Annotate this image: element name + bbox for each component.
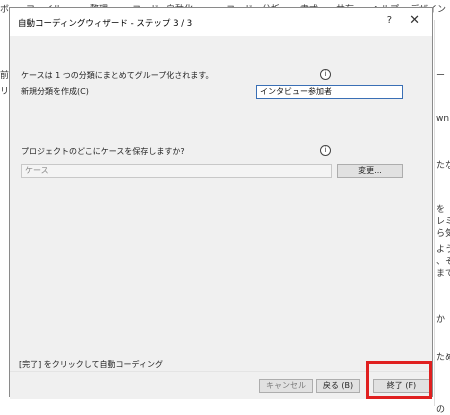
background-right-pane: ー wn たな を レミ ら気 よう 、そ まで か ため の <box>434 20 450 415</box>
left-pane-char: 前 <box>0 71 10 81</box>
location-field: ケース <box>21 164 332 178</box>
info-icon[interactable]: i <box>320 69 331 80</box>
right-pane-text: wn <box>436 114 450 124</box>
ribbon-item[interactable]: ボ <box>0 2 9 15</box>
right-pane-text: たな <box>436 161 450 171</box>
right-pane-text: ー <box>436 71 446 81</box>
intro-text: ケースは 1 つの分類にまとめてグループ化されます。 <box>21 71 214 80</box>
left-pane-char: リ <box>0 87 10 97</box>
save-location-label: プロジェクトのどこにケースを保存しますか? <box>21 147 185 156</box>
new-classification-label: 新規分類を作成(C) <box>21 87 89 96</box>
close-icon[interactable]: ✕ <box>409 13 420 28</box>
dialog-title: 自動コーディングウィザード - ステップ 3 / 3 <box>18 19 193 29</box>
right-pane-text: ため <box>436 353 450 363</box>
right-pane-text: ら気 <box>436 229 450 239</box>
finish-highlight-box <box>366 361 432 399</box>
help-button[interactable]: ? <box>387 15 392 26</box>
change-button[interactable]: 変更... <box>337 164 403 178</box>
back-button[interactable]: 戻る (B) <box>316 379 360 393</box>
info-icon[interactable]: i <box>320 145 331 156</box>
cancel-button[interactable]: キャンセル <box>259 379 313 393</box>
right-pane-text: の <box>436 405 446 415</box>
finish-hint: [完了] をクリックして自動コーディング <box>19 360 163 369</box>
right-pane-text: か <box>436 315 446 325</box>
auto-coding-wizard-dialog: 自動コーディングウィザード - ステップ 3 / 3 ? ✕ ケースは 1 つの… <box>9 7 433 399</box>
dialog-body: ケースは 1 つの分類にまとめてグループ化されます。 i 新規分類を作成(C) … <box>10 36 432 371</box>
right-pane-text: まで <box>436 269 450 279</box>
dialog-titlebar[interactable]: 自動コーディングウィザード - ステップ 3 / 3 ? ✕ <box>10 8 432 36</box>
new-classification-input[interactable]: インタビュー参加者 <box>256 85 403 99</box>
